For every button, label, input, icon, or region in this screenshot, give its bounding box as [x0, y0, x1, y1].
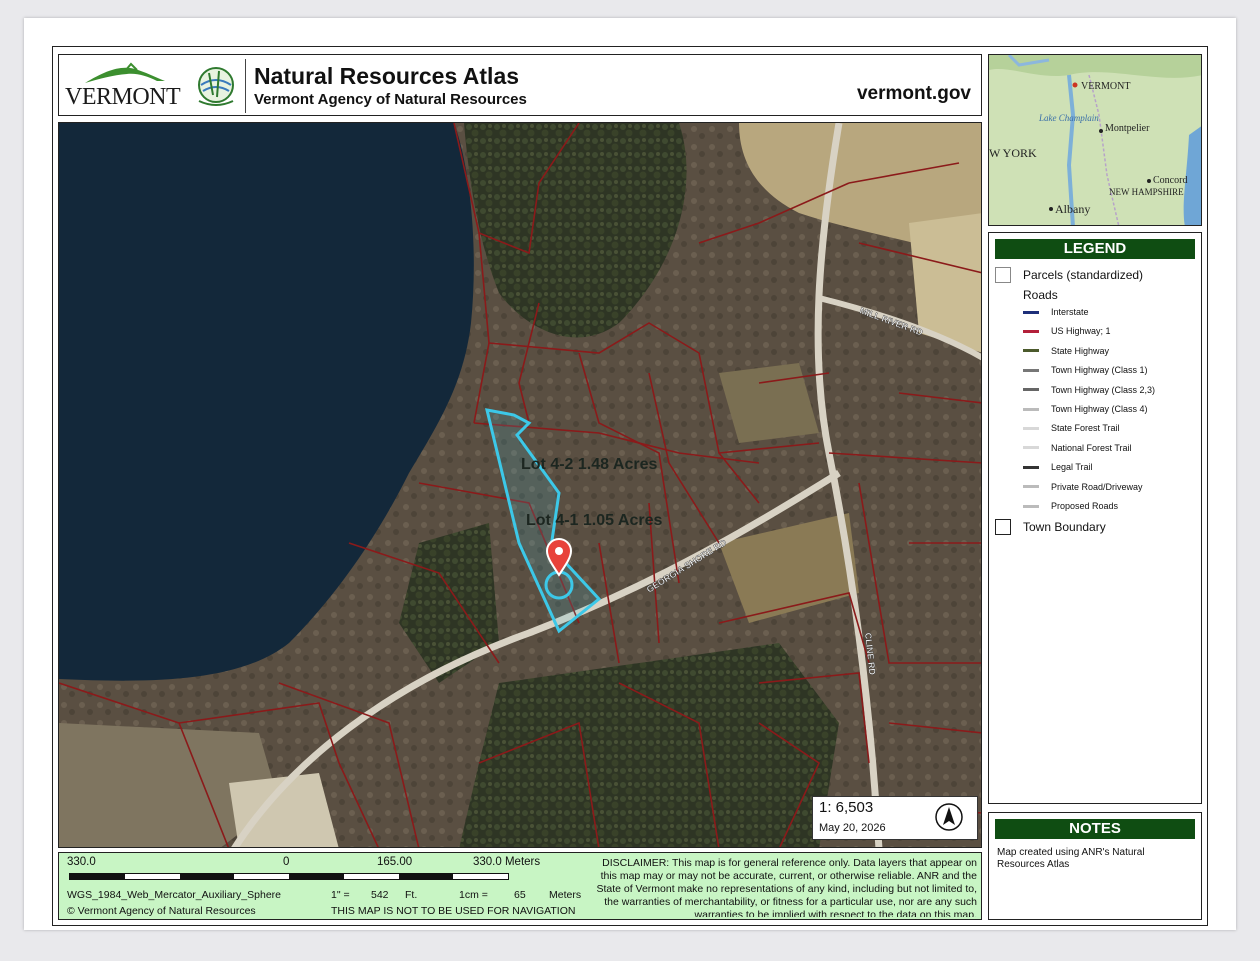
page-subtitle: Vermont Agency of Natural Resources: [254, 91, 527, 108]
road-line-swatch: [1023, 465, 1039, 469]
town-boundary-swatch: [995, 519, 1011, 535]
legend-road-item: Town Highway (Class 2,3): [1023, 385, 1155, 395]
cm-value: 65: [514, 889, 526, 901]
locator-concord: Concord: [1153, 175, 1187, 186]
navigation-warning: THIS MAP IS NOT TO BE USED FOR NAVIGATIO…: [331, 905, 576, 917]
aerial-map[interactable]: Lot 4-2 1.48 Acres Lot 4-1 1.05 Acres GE…: [58, 122, 982, 848]
scale-label-zero: 0: [283, 856, 290, 868]
legend-road-item: National Forest Trail: [1023, 443, 1132, 453]
legend-town-boundary: Town Boundary: [995, 519, 1106, 535]
scale-label-right: 330.0 Meters: [473, 856, 541, 868]
road-line-swatch: [1023, 368, 1039, 372]
legend-road-item: Private Road/Driveway: [1023, 482, 1143, 492]
legend-road-item: State Forest Trail: [1023, 423, 1120, 433]
legend-road-label: US Highway; 1: [1051, 326, 1111, 337]
lot-4-2-label: Lot 4-2 1.48 Acres: [521, 456, 657, 473]
map-footer: 330.0 0 165.00 330.0 Meters WGS_1984_Web…: [58, 852, 982, 920]
road-line-swatch: [1023, 310, 1039, 314]
cm-label: 1cm =: [459, 889, 488, 901]
legend-road-item: Proposed Roads: [1023, 501, 1118, 511]
locator-map[interactable]: VERMONT Lake Champlain Montpelier W YORK…: [988, 54, 1202, 226]
scale-label-mid: 165.00: [377, 856, 413, 868]
anr-globe-icon: [198, 67, 234, 106]
locator-montpelier: Montpelier: [1105, 123, 1150, 134]
locator-albany: Albany: [1055, 202, 1090, 216]
legend-road-item: Legal Trail: [1023, 462, 1093, 472]
lot-4-1-label: Lot 4-1 1.05 Acres: [526, 512, 662, 529]
locator-vermont: VERMONT: [1081, 81, 1130, 92]
road-line-swatch: [1023, 485, 1039, 489]
copyright-text: © Vermont Agency of Natural Resources: [67, 905, 256, 917]
site-name: vermont.gov: [856, 83, 971, 104]
legend-town-boundary-label: Town Boundary: [1023, 520, 1106, 534]
road-line-swatch: [1023, 426, 1039, 430]
legend-road-label: Proposed Roads: [1051, 501, 1119, 511]
anr-logo: [191, 61, 241, 111]
road-line-swatch: [1023, 329, 1039, 333]
legend-parcels: Parcels (standardized): [995, 267, 1143, 283]
scale-ratio: 1: 6,503: [819, 799, 874, 816]
notes-title: NOTES: [995, 819, 1195, 839]
inch-unit: Ft.: [405, 889, 418, 901]
notes-text: Map created using ANR's Natural Resource…: [997, 847, 1145, 870]
legend-road-label: State Highway: [1051, 345, 1110, 356]
page-title: Natural Resources Atlas: [254, 63, 520, 89]
logo-divider: [245, 59, 246, 113]
legend-road-label: Town Highway (Class 2,3): [1051, 384, 1156, 395]
map-canvas[interactable]: Lot 4-2 1.48 Acres Lot 4-1 1.05 Acres GE…: [59, 123, 982, 848]
road-line-swatch: [1023, 407, 1039, 411]
legend-title: LEGEND: [995, 239, 1195, 259]
road-line-swatch: [1023, 349, 1039, 353]
projection-text: WGS_1984_Web_Mercator_Auxiliary_Sphere: [67, 889, 281, 901]
locator-new-york: W YORK: [989, 146, 1037, 160]
scale-bar: [69, 873, 509, 880]
vermont-logo: VERMONT: [65, 61, 183, 111]
legend-road-label: Town Highway (Class 4): [1051, 404, 1148, 414]
legend-road-item: Interstate: [1023, 307, 1089, 317]
legend-road-item: Town Highway (Class 1): [1023, 365, 1148, 375]
road-line-swatch: [1023, 388, 1039, 392]
scale-label-left: 330.0: [67, 856, 96, 868]
legend-road-label: Town Highway (Class 1): [1051, 365, 1148, 376]
legend-parcels-label: Parcels (standardized): [1023, 268, 1144, 282]
locator-new-hampshire: NEW HAMPSHIRE: [1109, 187, 1184, 197]
legend-road-label: Private Road/Driveway: [1051, 481, 1143, 492]
vermont-logo-text: VERMONT: [65, 84, 181, 110]
inch-label: 1" =: [331, 889, 350, 901]
legend-panel: LEGEND Parcels (standardized) Roads Town…: [988, 232, 1202, 804]
locator-lake-champlain: Lake Champlain: [1038, 113, 1099, 123]
legend-road-label: Legal Trail: [1051, 462, 1093, 473]
parcel-swatch: [995, 267, 1011, 283]
road-line-swatch: [1023, 446, 1039, 450]
legend-road-label: State Forest Trail: [1051, 423, 1120, 434]
locator-canvas: VERMONT Lake Champlain Montpelier W YORK…: [989, 55, 1201, 225]
legend-road-label: Interstate: [1051, 307, 1089, 317]
legend-road-item: US Highway; 1: [1023, 326, 1111, 336]
map-date: May 20, 2026: [819, 822, 886, 834]
north-arrow-icon: [935, 803, 963, 831]
legend-road-label: National Forest Trail: [1051, 442, 1132, 453]
disclaimer-text: DISCLAIMER: This map is for general refe…: [596, 857, 977, 917]
scale-box: 1: 6,503 May 20, 2026: [812, 796, 978, 840]
legend-roads: Roads: [1023, 288, 1058, 302]
map-header: VERMONT Natural Resources Atlas Vermont …: [58, 54, 982, 116]
road-line-swatch: [1023, 504, 1039, 508]
inch-value: 542: [371, 889, 389, 901]
legend-road-item: State Highway: [1023, 346, 1109, 356]
notes-panel: NOTES Map created using ANR's Natural Re…: [988, 812, 1202, 920]
cm-unit: Meters: [549, 889, 582, 901]
legend-road-item: Town Highway (Class 4): [1023, 404, 1148, 414]
